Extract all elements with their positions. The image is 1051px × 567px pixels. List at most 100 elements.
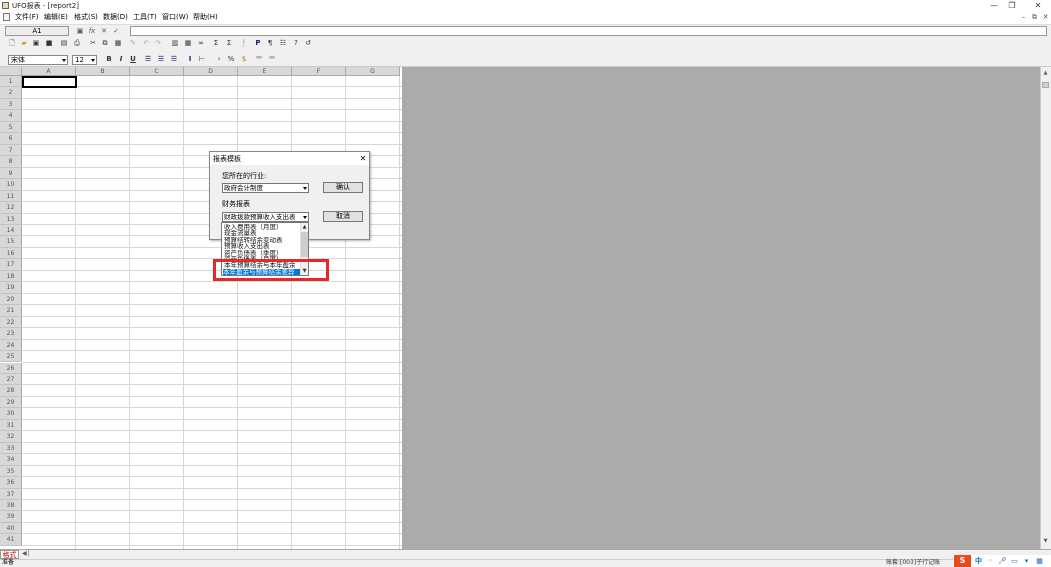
- ime-chinese-icon[interactable]: 中: [974, 557, 983, 566]
- row-header[interactable]: 19: [0, 282, 22, 294]
- row-header[interactable]: 32: [0, 431, 22, 443]
- confirm-edit-icon[interactable]: ✓: [111, 26, 121, 36]
- column-header-e[interactable]: E: [238, 67, 292, 76]
- cancel-button[interactable]: 取消: [323, 211, 363, 222]
- row-header[interactable]: 12: [0, 202, 22, 214]
- row-header[interactable]: 39: [0, 511, 22, 523]
- undo-icon[interactable]: ↶: [141, 38, 151, 49]
- restore-button[interactable]: ❐: [1005, 0, 1019, 11]
- row-header[interactable]: 7: [0, 144, 22, 157]
- row-header[interactable]: 3: [0, 98, 22, 111]
- p-icon[interactable]: P: [253, 38, 263, 49]
- back-icon[interactable]: ↺: [303, 38, 313, 49]
- row-header[interactable]: 5: [0, 121, 22, 134]
- row-header[interactable]: 24: [0, 339, 22, 352]
- list-scroll-thumb[interactable]: [301, 232, 308, 257]
- confirm-button[interactable]: 确认: [323, 182, 363, 193]
- row-header[interactable]: 6: [0, 133, 22, 145]
- save-icon[interactable]: ▣: [31, 38, 41, 49]
- print-preview-icon[interactable]: ▤: [59, 38, 69, 49]
- row-header[interactable]: 40: [0, 522, 22, 535]
- row-header[interactable]: 2: [0, 87, 22, 99]
- row-header[interactable]: 34: [0, 454, 22, 466]
- microphone-icon[interactable]: 🎤︎: [998, 557, 1007, 566]
- print-icon[interactable]: ⎙: [72, 38, 82, 49]
- row-header[interactable]: 30: [0, 408, 22, 420]
- format-painter-icon[interactable]: ✎: [128, 38, 138, 49]
- row-header[interactable]: 15: [0, 236, 22, 248]
- menu-edit[interactable]: 编辑(E): [44, 13, 68, 21]
- bold-button[interactable]: B: [104, 54, 114, 65]
- row-header[interactable]: 4: [0, 110, 22, 122]
- cut-icon[interactable]: ✂: [88, 38, 98, 49]
- ime-punctuation-icon[interactable]: ◦: [986, 557, 995, 566]
- formula-icon[interactable]: Σ: [224, 38, 234, 49]
- scroll-up-icon[interactable]: ▲: [300, 224, 308, 230]
- row-header[interactable]: 10: [0, 179, 22, 191]
- column-header-a[interactable]: A: [22, 67, 76, 76]
- currency-icon[interactable]: $: [239, 54, 249, 65]
- align-left-icon[interactable]: ☰: [143, 54, 153, 65]
- copy-icon[interactable]: ⧉: [100, 38, 110, 49]
- grid-menu-icon[interactable]: ▦: [1035, 557, 1044, 566]
- row-header[interactable]: 22: [0, 316, 22, 329]
- column-header-d[interactable]: D: [184, 67, 238, 76]
- row-header[interactable]: 26: [0, 362, 22, 374]
- row-header[interactable]: 14: [0, 224, 22, 237]
- row-header[interactable]: 28: [0, 385, 22, 397]
- menu-file[interactable]: 文件(F): [15, 13, 39, 21]
- row-header[interactable]: 25: [0, 351, 22, 363]
- row-header[interactable]: 11: [0, 190, 22, 203]
- industry-select[interactable]: 政府会计制度: [222, 183, 309, 193]
- select-all-corner[interactable]: [0, 67, 22, 76]
- vertical-align-icon[interactable]: I: [185, 54, 195, 65]
- row-header[interactable]: 17: [0, 259, 22, 271]
- row-header[interactable]: 33: [0, 442, 22, 455]
- sheet-tab-format[interactable]: 格式: [0, 550, 19, 559]
- row-header[interactable]: 13: [0, 213, 22, 225]
- new-icon[interactable]: 🗋: [7, 38, 17, 49]
- row-header[interactable]: 41: [0, 534, 22, 546]
- row-header[interactable]: 1: [0, 76, 22, 88]
- help-icon[interactable]: ?: [291, 38, 301, 49]
- cell-reference-box[interactable]: A1: [5, 26, 69, 36]
- row-header[interactable]: 38: [0, 500, 22, 512]
- row-header[interactable]: 36: [0, 477, 22, 489]
- row-header[interactable]: 16: [0, 247, 22, 260]
- sum-icon[interactable]: Σ: [211, 38, 221, 49]
- shirt-icon[interactable]: ▾: [1022, 557, 1031, 566]
- percent-icon[interactable]: %: [226, 54, 236, 65]
- underline-button[interactable]: U: [128, 54, 138, 65]
- formula-input[interactable]: [130, 26, 1047, 36]
- paste-icon[interactable]: ▦: [113, 38, 123, 49]
- arrow-icon[interactable]: ›: [214, 54, 224, 65]
- redo-icon[interactable]: ↷: [153, 38, 163, 49]
- active-cell[interactable]: [22, 76, 77, 88]
- column-header-c[interactable]: C: [130, 67, 184, 76]
- italic-button[interactable]: I: [116, 54, 126, 65]
- row-header[interactable]: 31: [0, 419, 22, 432]
- row-header[interactable]: 8: [0, 156, 22, 168]
- ime-logo-icon[interactable]: S: [954, 555, 971, 567]
- insert-col-icon[interactable]: ▦: [183, 38, 193, 49]
- binoculars-icon[interactable]: ∞: [196, 38, 206, 49]
- mdi-close-button[interactable]: ✕: [1041, 13, 1050, 21]
- sheet-nav-icon[interactable]: ◀│: [22, 550, 30, 557]
- menu-tools[interactable]: 工具(T): [133, 13, 157, 21]
- decimal-icon[interactable]: ⁰⁰: [267, 54, 277, 65]
- row-header[interactable]: 21: [0, 305, 22, 317]
- scroll-thumb[interactable]: [1042, 82, 1049, 88]
- insert-row-icon[interactable]: ▥: [170, 38, 180, 49]
- align-right-icon[interactable]: ☰: [169, 54, 179, 65]
- row-header[interactable]: 29: [0, 396, 22, 409]
- function-icon[interactable]: ƒ: [239, 38, 249, 49]
- page-icon[interactable]: ¶: [265, 38, 275, 49]
- chart-icon[interactable]: ☷: [278, 38, 288, 49]
- align-center-icon[interactable]: ☰: [156, 54, 166, 65]
- font-size-select[interactable]: 12: [72, 55, 97, 65]
- row-header[interactable]: 18: [0, 270, 22, 283]
- minimize-button[interactable]: —: [987, 0, 1001, 11]
- row-header[interactable]: 9: [0, 167, 22, 180]
- column-header-b[interactable]: B: [76, 67, 130, 76]
- menu-window[interactable]: 窗口(W): [162, 13, 188, 21]
